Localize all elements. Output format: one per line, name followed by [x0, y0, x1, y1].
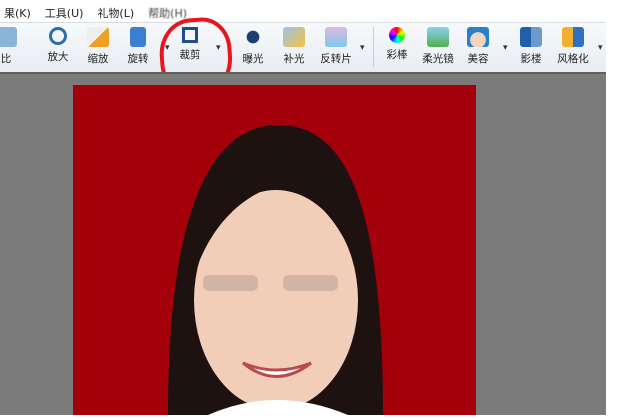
fill-light-button[interactable]: 补光 [274, 27, 314, 66]
menu-bar: 果(K) 工具(U) 礼物(L) 帮助(H) [0, 0, 624, 22]
id-photo [73, 85, 476, 415]
right-edge [606, 0, 624, 415]
beauty-dropdown[interactable]: ▾ [503, 43, 508, 53]
resize-button[interactable]: 缩放 [78, 27, 118, 66]
toolbar-separator [373, 27, 374, 67]
exposure-button[interactable]: 曝光 [233, 27, 273, 66]
rotate-button[interactable]: 旋转 [118, 27, 158, 66]
stylize-dropdown[interactable]: ▾ [598, 43, 603, 53]
stylize-icon [562, 27, 584, 47]
portrait-image [168, 125, 383, 415]
studio-button[interactable]: 影楼 [511, 27, 551, 66]
zoom-in-icon [49, 27, 67, 45]
compare-button[interactable]: 比 [0, 27, 26, 66]
beauty-button[interactable]: 美容 [458, 27, 498, 66]
color-wand-button[interactable]: 彩棒 [377, 27, 417, 62]
soft-light-button[interactable]: 柔光镜 [416, 27, 460, 66]
menu-gifts[interactable]: 礼物(L) [97, 5, 134, 22]
color-wand-icon [389, 27, 405, 43]
menu-effects[interactable]: 果(K) [4, 5, 31, 22]
reverse-film-icon [325, 27, 347, 47]
menu-tools[interactable]: 工具(U) [45, 5, 84, 22]
fill-light-icon [283, 27, 305, 47]
exposure-icon [242, 27, 264, 47]
zoom-in-button[interactable]: 放大 [38, 27, 78, 64]
studio-icon [520, 27, 542, 47]
stylize-button[interactable]: 风格化 [551, 27, 595, 66]
reverse-film-button[interactable]: 反转片 [316, 27, 356, 66]
resize-icon [87, 27, 109, 47]
rotate-icon [130, 27, 146, 47]
soft-light-icon [427, 27, 449, 47]
compare-icon [0, 27, 17, 47]
toolbar: 比 放大 缩放 旋转 ▾ 裁剪 ▾ 曝光 补光 反转片 ▾ 彩棒 柔光镜 美容 … [0, 22, 606, 72]
beauty-icon [467, 27, 489, 47]
reverse-film-dropdown[interactable]: ▾ [360, 43, 365, 53]
